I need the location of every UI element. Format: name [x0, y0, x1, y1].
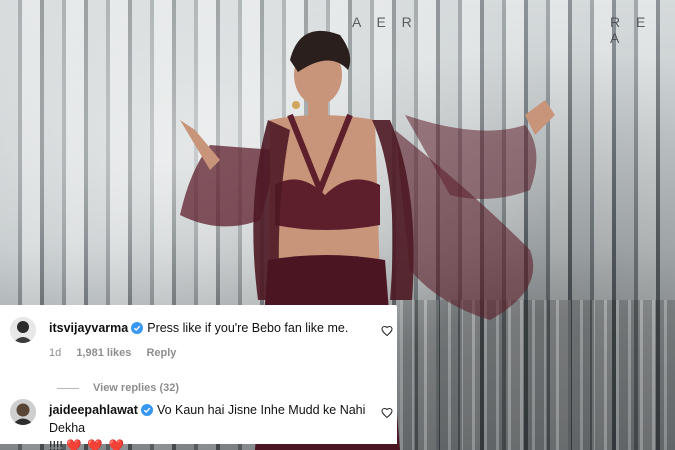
store-sign-right: R E A: [610, 14, 652, 46]
reply-button[interactable]: Reply: [146, 347, 176, 359]
heart-outline-icon[interactable]: [381, 407, 393, 419]
profile-photo-avatar[interactable]: [10, 399, 36, 425]
verified-badge-icon: [140, 403, 153, 416]
comment-username[interactable]: itsvijayvarma: [49, 321, 128, 335]
comment-text-block: jaideepahlawat Vo Kaun hai Jisne Inhe Mud…: [49, 401, 389, 450]
comment-username[interactable]: jaideepahlawat: [49, 403, 138, 417]
view-replies-label: View replies (32): [93, 382, 180, 394]
comment-text: Press like if you're Bebo fan like me.: [147, 321, 349, 335]
heart-outline-icon[interactable]: [381, 325, 393, 337]
replies-divider-line: [57, 387, 79, 389]
profile-photo-avatar[interactable]: [10, 317, 36, 343]
avatar-image: [10, 317, 36, 343]
heart-emoji-row: ❤️ ❤️ ❤️: [66, 439, 126, 450]
post-image: A E R R E A itsvijayvarma Press like if …: [0, 0, 675, 450]
avatar-image: [10, 399, 36, 425]
view-replies-button[interactable]: View replies (32): [57, 382, 179, 394]
comment-time: 1d: [49, 347, 62, 359]
comment-text-block: itsvijayvarma Press like if you're Bebo f…: [49, 319, 389, 337]
comment-text-continued: !!!!: [49, 439, 67, 450]
comments-panel: itsvijayvarma Press like if you're Bebo f…: [0, 305, 397, 450]
comment-likes[interactable]: 1,981 likes: [76, 347, 131, 359]
verified-badge-icon: [131, 321, 144, 334]
comment-meta: 1d 1,981 likes Reply: [49, 347, 188, 359]
